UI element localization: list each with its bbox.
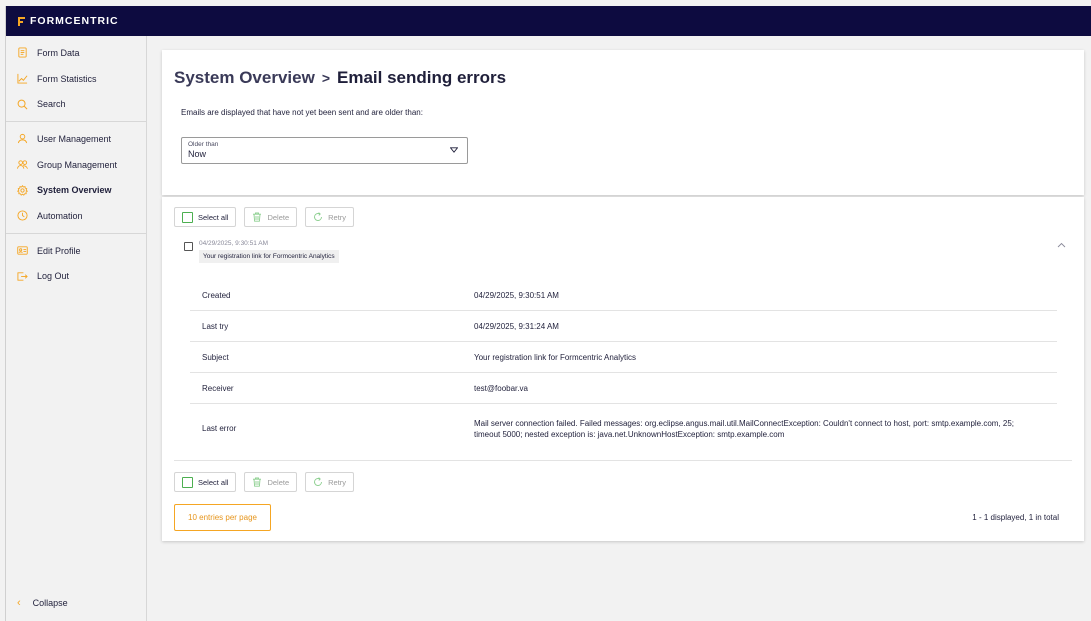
nav-group-account: Edit Profile Log Out [6, 234, 146, 293]
detail-label: Created [202, 290, 231, 300]
older-than-label: Older than [188, 141, 219, 148]
sidebar-item-label: Group Management [37, 159, 118, 170]
detail-row: Last try 04/29/2025, 9:31:24 AM [190, 311, 1057, 342]
user-icon [17, 133, 28, 144]
clock-icon [17, 210, 28, 222]
refresh-icon [313, 212, 323, 222]
formcentric-logo-icon [18, 16, 25, 26]
detail-row: Created 04/29/2025, 9:30:51 AM [190, 280, 1057, 311]
filter-card: System Overview > Email sending errors E… [162, 50, 1084, 195]
entry-details: Created 04/29/2025, 9:30:51 AM Last try … [190, 280, 1057, 453]
entry-subject: Your registration link for Formcentric A… [199, 250, 339, 263]
document-icon [17, 47, 28, 58]
collapse-label: Collapse [32, 598, 68, 608]
detail-label: Last try [202, 321, 229, 331]
action-toolbar-bottom: Select all Delete Retry [174, 472, 355, 492]
select-all-label: Select all [198, 477, 229, 487]
select-all-button[interactable]: Select all [174, 472, 237, 492]
nav-group-data: Form Data Form Statistics Search [6, 36, 146, 123]
detail-value: 04/29/2025, 9:31:24 AM [474, 321, 559, 331]
sidebar-item-form-statistics[interactable]: Form Statistics [6, 66, 146, 92]
select-all-label: Select all [198, 212, 229, 222]
sidebar-item-label: User Management [37, 133, 112, 144]
chevron-left-icon: ‹ [17, 597, 21, 609]
nav-group-admin: User Management Group Management System … [6, 122, 146, 234]
divider [174, 460, 1072, 461]
sidebar: Form Data Form Statistics Search User Ma… [6, 36, 147, 621]
select-all-checkbox[interactable] [182, 476, 193, 488]
email-errors-card: Select all Delete Retry 04/29/2025, 9:30… [162, 197, 1084, 541]
gear-icon [17, 184, 28, 196]
brand-name: FORMCENTRIC [30, 15, 119, 27]
select-all-checkbox[interactable] [182, 211, 193, 223]
sidebar-item-automation[interactable]: Automation [6, 203, 146, 229]
caret-down-icon [450, 147, 458, 153]
sidebar-item-group-management[interactable]: Group Management [6, 152, 146, 178]
top-bar: FORMCENTRIC [6, 6, 1091, 36]
email-entry[interactable]: 04/29/2025, 9:30:51 AM Your registration… [184, 240, 339, 263]
logout-icon [17, 271, 28, 282]
delete-button[interactable]: Delete [244, 207, 298, 227]
delete-label: Delete [267, 477, 290, 487]
chevron-up-icon[interactable] [1057, 242, 1066, 248]
sidebar-item-form-data[interactable]: Form Data [6, 40, 146, 66]
sidebar-item-label: Log Out [37, 271, 70, 282]
trash-icon [252, 212, 262, 222]
breadcrumb-separator: > [321, 70, 330, 86]
action-toolbar-top: Select all Delete Retry [174, 207, 355, 227]
older-than-value: Now [188, 149, 207, 159]
detail-value: Mail server connection failed. Failed me… [474, 418, 1015, 439]
retry-button[interactable]: Retry [305, 472, 355, 492]
breadcrumb-parent-link[interactable]: System Overview [174, 68, 315, 88]
retry-button[interactable]: Retry [305, 207, 355, 227]
sidebar-item-label: Form Data [37, 47, 80, 58]
sidebar-item-label: Search [37, 99, 66, 110]
detail-value: 04/29/2025, 9:30:51 AM [474, 290, 559, 300]
brand-logo[interactable]: FORMCENTRIC [18, 15, 119, 27]
sidebar-item-label: Edit Profile [37, 245, 81, 256]
detail-row: Subject Your registration link for Formc… [190, 342, 1057, 373]
retry-label: Retry [328, 477, 347, 487]
sidebar-item-label: Form Statistics [37, 73, 97, 84]
page-title: Email sending errors [337, 68, 507, 87]
trash-icon [252, 477, 262, 487]
sidebar-item-log-out[interactable]: Log Out [6, 264, 146, 290]
search-icon [17, 99, 28, 110]
entries-per-page-button[interactable]: 10 entries per page [174, 504, 271, 531]
group-icon [17, 159, 28, 170]
detail-label: Last error [202, 424, 237, 433]
id-card-icon [17, 245, 28, 256]
delete-button[interactable]: Delete [244, 472, 298, 492]
breadcrumb: System Overview > Email sending errors [174, 68, 506, 88]
filter-description: Emails are displayed that have not yet b… [181, 108, 423, 117]
entry-checkbox[interactable] [184, 242, 193, 251]
chart-line-icon [17, 73, 28, 84]
entry-summary: 04/29/2025, 9:30:51 AM Your registration… [199, 240, 339, 263]
sidebar-item-system-overview[interactable]: System Overview [6, 177, 146, 203]
detail-value: test@foobar.va [474, 383, 528, 393]
detail-row: Last error Mail server connection failed… [190, 404, 1057, 453]
detail-row: Receiver test@foobar.va [190, 373, 1057, 404]
collapse-button[interactable]: ‹ Collapse [17, 597, 68, 609]
detail-value: Your registration link for Formcentric A… [474, 352, 636, 362]
select-all-button[interactable]: Select all [174, 207, 237, 227]
pagination-summary: 1 - 1 displayed, 1 in total [972, 513, 1059, 522]
detail-label: Subject [202, 352, 229, 362]
delete-label: Delete [267, 212, 290, 222]
sidebar-item-search[interactable]: Search [6, 91, 146, 117]
sidebar-item-label: Automation [37, 210, 83, 221]
sidebar-item-user-management[interactable]: User Management [6, 126, 146, 152]
sidebar-item-label: System Overview [37, 185, 112, 196]
older-than-select[interactable]: Older than Now [181, 137, 468, 164]
sidebar-item-edit-profile[interactable]: Edit Profile [6, 238, 146, 264]
refresh-icon [313, 477, 323, 487]
retry-label: Retry [328, 212, 347, 222]
entry-date: 04/29/2025, 9:30:51 AM [199, 240, 269, 247]
detail-label: Receiver [202, 383, 234, 393]
